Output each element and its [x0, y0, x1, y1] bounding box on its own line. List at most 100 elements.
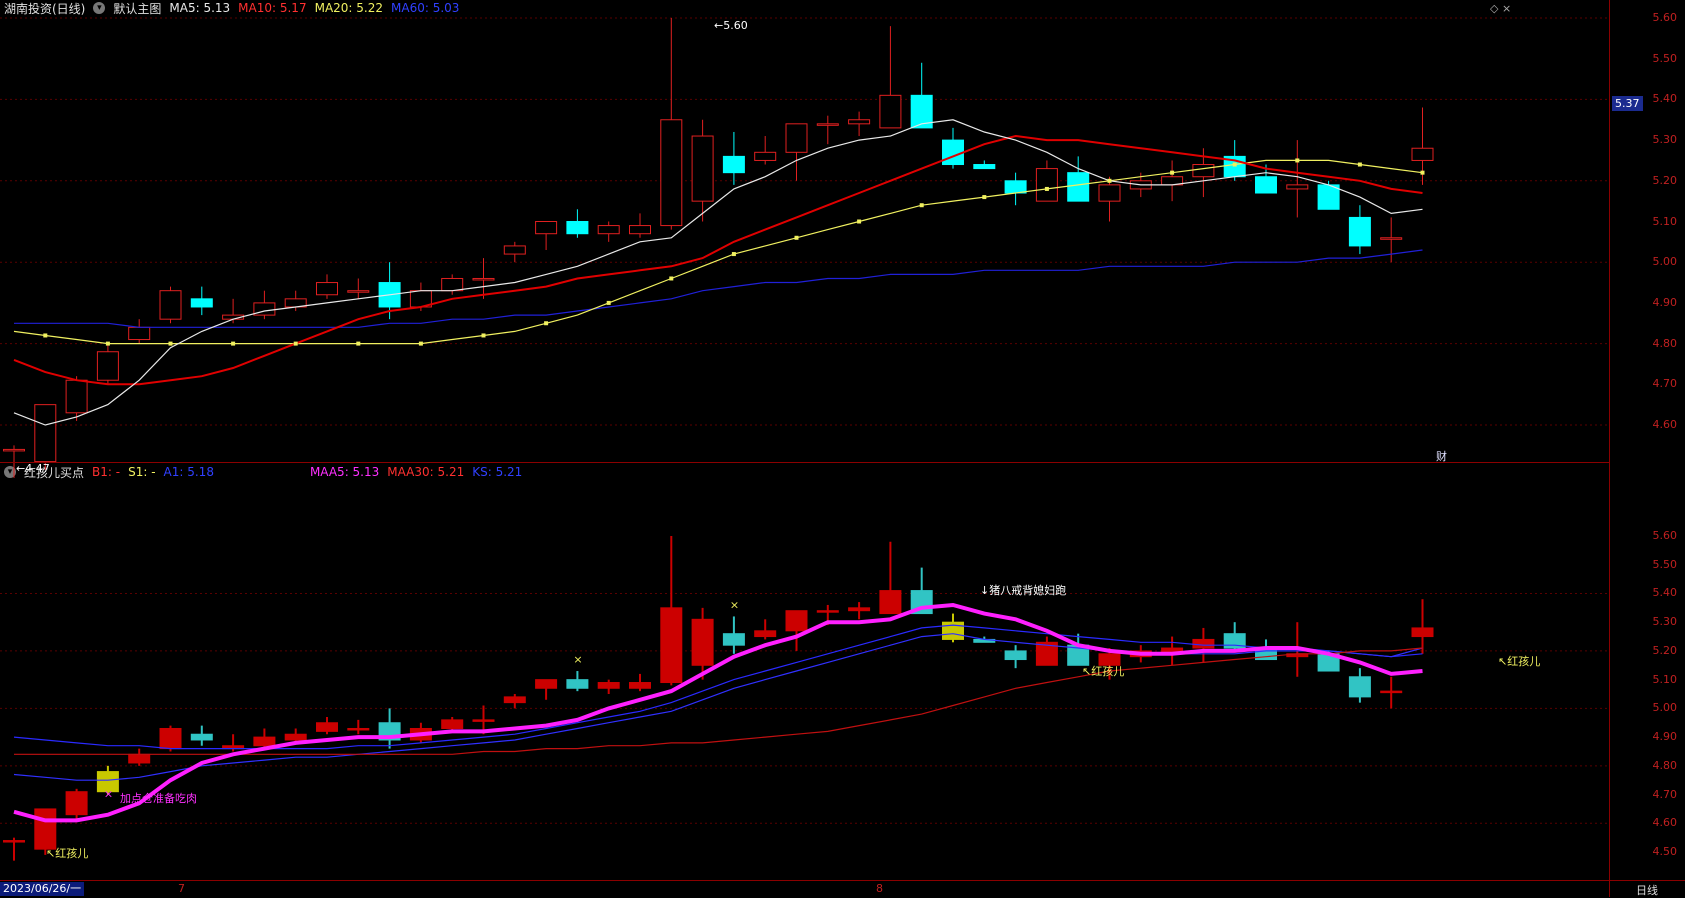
candle-body — [722, 633, 745, 646]
ma20-marker — [293, 341, 298, 346]
candle-body — [722, 155, 745, 174]
main-axis-tick: 5.60 — [1652, 11, 1678, 24]
x-marker: × — [573, 653, 582, 666]
candle-body — [1411, 147, 1434, 161]
candle-body — [316, 282, 338, 296]
maa5-line — [13, 602, 1423, 823]
low-price-label: ←4.47 — [16, 462, 50, 475]
last-price-tag: 5.37 — [1612, 96, 1643, 111]
candle-body — [96, 351, 119, 381]
ma20-marker — [794, 235, 799, 240]
ma20-marker — [231, 341, 236, 346]
candle-body — [472, 277, 495, 281]
sub-axis-tick: 5.60 — [1652, 529, 1678, 542]
sub-axis-tick: 5.40 — [1652, 586, 1678, 600]
candle-body — [1317, 184, 1340, 210]
candle-body — [785, 610, 808, 632]
cursor-date: 2023/06/26/一 — [0, 882, 85, 896]
candle-body — [660, 607, 683, 684]
candle-body — [190, 733, 213, 741]
candle-body — [566, 679, 589, 689]
candle-body — [1004, 180, 1027, 194]
ma20-marker — [1170, 170, 1175, 175]
candle-body — [284, 733, 307, 741]
ma20-marker — [1044, 186, 1049, 191]
period-label[interactable]: 日线 — [1636, 882, 1658, 898]
main-axis-tick: 4.80 — [1652, 336, 1678, 350]
main-axis-tick: 4.70 — [1652, 377, 1678, 391]
ma20-marker — [857, 219, 862, 224]
main-axis-tick: 5.00 — [1652, 255, 1678, 269]
month-7-label: 7 — [178, 882, 185, 895]
sub-axis-tick: 4.80 — [1652, 758, 1678, 772]
candle-body — [754, 151, 777, 161]
panel-divider — [0, 462, 1610, 463]
price-axis: 5.60 5.50 5.40 5.30 5.20 5.10 5.00 4.90 4.80 4.70… — [1609, 0, 1685, 897]
candle-body — [503, 696, 526, 704]
candle-body — [347, 727, 370, 731]
candle-body — [441, 719, 464, 729]
candle-body — [1067, 172, 1090, 202]
candle-body — [879, 94, 902, 129]
ma20-marker — [606, 300, 611, 305]
candle-body — [1004, 650, 1027, 661]
candle-body — [503, 245, 526, 255]
candle-body — [629, 225, 651, 235]
candle-body — [34, 808, 57, 850]
red-boy-annotation-2: ↖红孩儿 — [1082, 665, 1125, 678]
candle-body — [65, 379, 88, 414]
candle-body — [629, 682, 651, 689]
candle-body — [1380, 237, 1403, 240]
sub-axis-tick: 4.70 — [1652, 787, 1678, 801]
candle-body — [1255, 176, 1277, 194]
candle-body — [1192, 164, 1215, 178]
ma20-marker — [919, 203, 924, 208]
candle-body — [848, 607, 871, 612]
candle-body — [785, 123, 808, 153]
sub-axis-tick: 5.20 — [1652, 643, 1678, 657]
candle-body — [34, 404, 57, 463]
candle-body — [1286, 184, 1309, 190]
candle-body — [973, 164, 996, 170]
candle-body — [441, 277, 464, 292]
candle-body — [879, 590, 902, 615]
candle-body — [1380, 690, 1403, 694]
candle-body — [1098, 184, 1121, 202]
sub-axis-tick: 5.00 — [1652, 701, 1678, 715]
candle-body — [597, 225, 620, 235]
main-axis-tick: 4.90 — [1652, 295, 1678, 309]
ma20-marker — [481, 333, 486, 338]
candle-body — [1035, 168, 1058, 202]
chart-canvas[interactable]: × × × — [0, 0, 1610, 880]
main-axis-tick: 5.50 — [1652, 51, 1678, 65]
candle-body — [190, 298, 213, 308]
candle-body — [535, 221, 558, 235]
candle-body — [1348, 676, 1371, 698]
candle-body — [816, 610, 839, 613]
ma20-marker — [731, 252, 736, 257]
sub-axis-tick: 4.60 — [1652, 816, 1678, 830]
ma20-marker — [168, 341, 173, 346]
sub-axis-tick: 4.50 — [1652, 845, 1678, 859]
main-axis-tick: 5.30 — [1652, 133, 1678, 147]
ma20-marker — [669, 276, 674, 281]
candle-body — [253, 736, 276, 747]
x-marker: × — [104, 787, 113, 800]
candle-body — [848, 119, 871, 125]
candle-body — [942, 139, 964, 166]
candle-body — [535, 679, 558, 689]
buy-annotation: 加点仓准备吃肉 — [120, 792, 197, 805]
sub-axis-tick: 5.50 — [1652, 557, 1678, 571]
main-axis-tick: 5.40 — [1652, 92, 1678, 106]
sell-annotation: ↓猪八戒背媳妇跑 — [980, 584, 1067, 597]
red-boy-annotation-3: ↖红孩儿 — [1498, 655, 1541, 668]
ma20-marker — [1295, 158, 1300, 163]
candle-body — [65, 791, 88, 816]
candle-body — [1348, 216, 1371, 247]
time-axis: 2023/06/26/一 7 8 日线 — [0, 880, 1685, 897]
main-axis-tick: 5.20 — [1652, 173, 1678, 187]
finance-marker[interactable]: 财 — [1436, 448, 1447, 464]
red-boy-annotation-1: ↖红孩儿 — [46, 847, 89, 860]
ma20-marker — [105, 341, 110, 346]
candle-body — [472, 719, 495, 722]
